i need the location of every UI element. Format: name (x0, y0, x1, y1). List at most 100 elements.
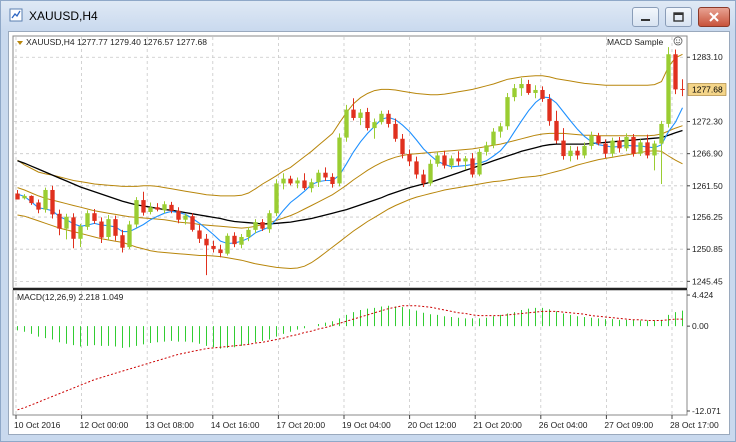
candle-body (512, 88, 517, 98)
candle-body (176, 210, 181, 220)
candle-body (526, 84, 531, 93)
expert-label: MACD Sample (607, 37, 663, 47)
macd-tick-label: -12.071 (692, 406, 721, 416)
candle-body (554, 120, 559, 141)
maximize-button[interactable] (665, 7, 692, 27)
candle-body (281, 178, 286, 184)
candle-body (470, 158, 475, 175)
candle-body (169, 204, 174, 211)
candle-body (148, 207, 153, 212)
time-tick-label: 10 Oct 2016 (14, 420, 61, 430)
candle-body (358, 112, 363, 118)
candle-body (540, 89, 545, 99)
price-and-macd-chart[interactable]: 1283.10 1277.68 1272.30 1266.90 1261.50 1256.… (9, 32, 729, 434)
candle-body (127, 224, 132, 248)
chart-window-icon (9, 8, 23, 22)
price-tick-label: 1250.85 (692, 244, 723, 254)
candle-body (575, 150, 580, 156)
candle-body (498, 126, 503, 132)
time-tick-label: 17 Oct 20:00 (276, 420, 325, 430)
candle-body (141, 200, 146, 213)
price-tick-label: 1245.45 (692, 276, 723, 286)
candle-body (407, 154, 412, 162)
candle-body (267, 213, 272, 230)
price-tick-label: 1266.90 (692, 149, 723, 159)
restore-icon (673, 12, 684, 22)
candle-body (162, 204, 167, 211)
close-button[interactable] (698, 7, 730, 27)
candle-body (50, 189, 55, 215)
candle-body (239, 237, 244, 245)
candle-body (309, 182, 314, 189)
time-axis: 10 Oct 2016 12 Oct 00:00 13 Oct 08:00 14 Oc… (14, 415, 719, 430)
candle-body (218, 249, 223, 254)
candle-body (78, 226, 83, 239)
macd-tick-label: 4.424 (692, 290, 714, 300)
candle-body (547, 98, 552, 121)
title-bar[interactable]: XAUUSD,H4 (1, 1, 735, 31)
time-tick-label: 13 Oct 08:00 (145, 420, 194, 430)
candle-body (680, 88, 685, 90)
candle-body (302, 180, 307, 189)
time-tick-label: 14 Oct 16:00 (211, 420, 260, 430)
candle-body (29, 195, 34, 204)
candle-body (113, 219, 118, 236)
candle-body (22, 195, 27, 199)
macd-info-text: MACD(12,26,9) 2.218 1.049 (17, 292, 124, 302)
candle-body (351, 109, 356, 118)
candle-body (295, 180, 300, 184)
price-tick-label: 1283.10 (692, 52, 723, 62)
candle-body (610, 140, 615, 154)
candle-body (274, 183, 279, 214)
candle-body (85, 213, 90, 227)
candle-body (120, 235, 125, 248)
chart-area[interactable]: 1283.10 1277.68 1272.30 1266.90 1261.50 1256.… (8, 31, 730, 435)
price-tick-label: 1272.30 (692, 117, 723, 127)
candle-body (330, 176, 335, 185)
candle-body (631, 137, 636, 154)
current-price-label: 1277.68 (692, 85, 723, 95)
candle-body (155, 207, 160, 210)
time-tick-label: 26 Oct 04:00 (539, 420, 588, 430)
candle-body (561, 140, 566, 157)
candle-body (253, 222, 258, 230)
candle-body (589, 135, 594, 146)
candle-body (386, 113, 391, 124)
candle-body (190, 216, 195, 230)
candle-body (246, 229, 251, 237)
candle-body (204, 238, 209, 246)
candle-body (232, 235, 237, 245)
candle-body (435, 155, 440, 164)
candle-body (477, 151, 482, 175)
window-title: XAUUSD,H4 (29, 9, 98, 23)
candle-body (400, 138, 405, 155)
candle-body (183, 215, 188, 220)
candle-body (491, 131, 496, 146)
candle-body (414, 161, 419, 175)
candle-body (379, 113, 384, 123)
candle-body (225, 235, 230, 254)
candle-body (484, 145, 489, 152)
time-tick-label: 27 Oct 09:00 (604, 420, 653, 430)
candle-body (134, 200, 139, 225)
candle-body (344, 109, 349, 138)
candle-body (666, 54, 671, 124)
candle-body (106, 219, 111, 237)
price-tick-label: 1256.25 (692, 212, 723, 222)
candle-body (365, 112, 370, 129)
price-tick-label: 1261.50 (692, 181, 723, 191)
candle-body (99, 221, 104, 238)
candle-body (645, 142, 650, 156)
time-tick-label: 12 Oct 00:00 (80, 420, 129, 430)
chart-window: XAUUSD,H4 1283.10 1277.68 1272.30 1266.90 12… (0, 0, 736, 442)
candle-body (57, 213, 62, 229)
candle-body (505, 97, 510, 127)
candle-body (421, 174, 426, 184)
time-tick-label: 20 Oct 12:00 (408, 420, 457, 430)
candle-body (652, 143, 657, 156)
candle-body (456, 158, 461, 162)
candle-body (36, 202, 41, 210)
candle-body (449, 158, 454, 166)
candle-body (15, 193, 20, 200)
minimize-button[interactable] (632, 7, 659, 27)
